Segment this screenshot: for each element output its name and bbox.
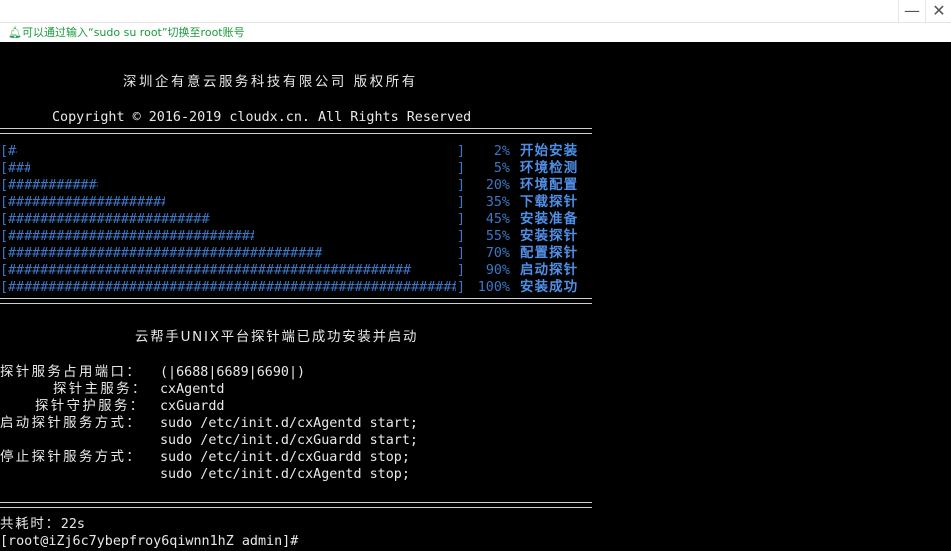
prompt-text: [root@iZj6c7ybepfroy6qiwnn1hZ admin]# bbox=[0, 534, 299, 549]
minimize-button[interactable]: — bbox=[898, 0, 925, 22]
progress-fill: ########################################… bbox=[8, 195, 165, 210]
progress-row: [#######################################… bbox=[0, 177, 600, 194]
terminal-output[interactable]: 深圳企有意云服务科技有限公司 版权所有 Copyright © 2016-201… bbox=[0, 42, 951, 551]
progress-percent: 70% bbox=[485, 246, 510, 261]
progress-label: 环境检测 bbox=[520, 161, 579, 176]
progress-label: 环境配置 bbox=[520, 178, 579, 193]
progress-label: 开始安装 bbox=[520, 144, 579, 159]
progress-percent: 35% bbox=[485, 195, 510, 210]
progress-row: [#######################################… bbox=[0, 262, 600, 279]
progress-fill: ########################################… bbox=[8, 229, 254, 244]
progress-percent: 100% bbox=[477, 280, 510, 295]
progress-label: 配置探针 bbox=[520, 246, 579, 261]
progress-percent: 20% bbox=[485, 178, 510, 193]
progress-fill: ########################################… bbox=[8, 280, 456, 295]
guard-service-label: 探针守护服务： bbox=[35, 399, 146, 414]
progress-bracket: [ bbox=[0, 212, 9, 227]
progress-bracket: ] bbox=[457, 280, 466, 295]
progress-fill: ########################################… bbox=[8, 246, 322, 261]
progress-label: 安装探针 bbox=[520, 229, 579, 244]
stop-command: sudo /etc/init.d/cxGuardd stop; bbox=[160, 450, 410, 465]
progress-bracket: ] bbox=[457, 144, 466, 159]
progress-row: [#######################################… bbox=[0, 279, 600, 296]
progress-row: [#######################################… bbox=[0, 143, 600, 160]
start-method-label: 启动探针服务方式： bbox=[0, 416, 143, 431]
progress-bracket: ] bbox=[457, 229, 466, 244]
progress-bracket: [ bbox=[0, 229, 9, 244]
progress-bracket: [ bbox=[0, 144, 9, 159]
text-cursor bbox=[298, 533, 305, 547]
main-service-label: 探针主服务： bbox=[53, 382, 148, 397]
progress-bracket: ] bbox=[457, 195, 466, 210]
separator-line bbox=[0, 298, 592, 304]
guard-service-value: cxGuardd bbox=[160, 399, 225, 414]
progress-bracket: ] bbox=[457, 178, 466, 193]
start-command: sudo /etc/init.d/cxAgentd start; bbox=[160, 416, 418, 431]
progress-row: [#######################################… bbox=[0, 160, 600, 177]
progress-label: 下载探针 bbox=[520, 195, 579, 210]
stop-method-label: 停止探针服务方式： bbox=[0, 450, 143, 465]
progress-label: 启动探针 bbox=[520, 263, 579, 278]
progress-bracket: [ bbox=[0, 178, 9, 193]
progress-row: [#######################################… bbox=[0, 194, 600, 211]
progress-bracket: ] bbox=[457, 263, 466, 278]
progress-label: 安装成功 bbox=[520, 280, 579, 295]
close-button[interactable]: ✕ bbox=[925, 0, 951, 22]
progress-percent: 2% bbox=[493, 144, 510, 159]
progress-row: [#######################################… bbox=[0, 211, 600, 228]
title-bar: — ✕ bbox=[0, 0, 951, 23]
hint-text: 可以通过输入“sudo su root”切换至root账号 bbox=[22, 26, 245, 39]
separator-line bbox=[0, 502, 592, 508]
progress-fill: ########################################… bbox=[8, 144, 17, 159]
progress-fill: ########################################… bbox=[8, 161, 30, 176]
progress-fill: ########################################… bbox=[8, 263, 411, 278]
elapsed-value: 22s bbox=[60, 517, 85, 532]
company-header: 深圳企有意云服务科技有限公司 版权所有 bbox=[123, 75, 418, 90]
progress-bracket: ] bbox=[457, 161, 466, 176]
hint-bar: 🔔︎ 可以通过输入“sudo su root”切换至root账号 bbox=[0, 23, 951, 42]
progress-bracket: [ bbox=[0, 263, 9, 278]
progress-bracket: ] bbox=[457, 212, 466, 227]
progress-bracket: ] bbox=[457, 246, 466, 261]
port-label: 探针服务占用端口： bbox=[0, 365, 143, 380]
main-service-value: cxAgentd bbox=[160, 382, 225, 397]
progress-percent: 90% bbox=[485, 263, 510, 278]
progress-bracket: [ bbox=[0, 195, 9, 210]
copyright-line: Copyright © 2016-2019 cloudx.cn. All Rig… bbox=[52, 110, 472, 125]
progress-percent: 55% bbox=[485, 229, 510, 244]
progress-label: 安装准备 bbox=[520, 212, 579, 227]
progress-row: [#######################################… bbox=[0, 228, 600, 245]
bell-icon: 🔔︎ bbox=[8, 26, 22, 39]
progress-percent: 45% bbox=[485, 212, 510, 227]
progress-fill: ########################################… bbox=[8, 178, 98, 193]
shell-prompt[interactable]: [root@iZj6c7ybepfroy6qiwnn1hZ admin]# bbox=[0, 533, 305, 550]
progress-fill: ########################################… bbox=[8, 212, 210, 227]
start-command: sudo /etc/init.d/cxGuardd start; bbox=[160, 433, 418, 448]
terminal-window: — ✕ 🔔︎ 可以通过输入“sudo su root”切换至root账号 深圳企… bbox=[0, 0, 951, 551]
progress-bracket: [ bbox=[0, 246, 9, 261]
success-message: 云帮手UNIX平台探针端已成功安装并启动 bbox=[135, 330, 419, 345]
progress-bracket: [ bbox=[0, 280, 9, 295]
elapsed-time: 共耗时：22s bbox=[0, 516, 85, 533]
elapsed-label: 共耗时： bbox=[0, 517, 61, 532]
port-value: (|6688|6689|6690|) bbox=[160, 365, 306, 380]
progress-bracket: [ bbox=[0, 161, 9, 176]
progress-row: [#######################################… bbox=[0, 245, 600, 262]
progress-percent: 5% bbox=[493, 161, 510, 176]
separator-line bbox=[0, 128, 592, 134]
stop-command: sudo /etc/init.d/cxAgentd stop; bbox=[160, 467, 410, 482]
